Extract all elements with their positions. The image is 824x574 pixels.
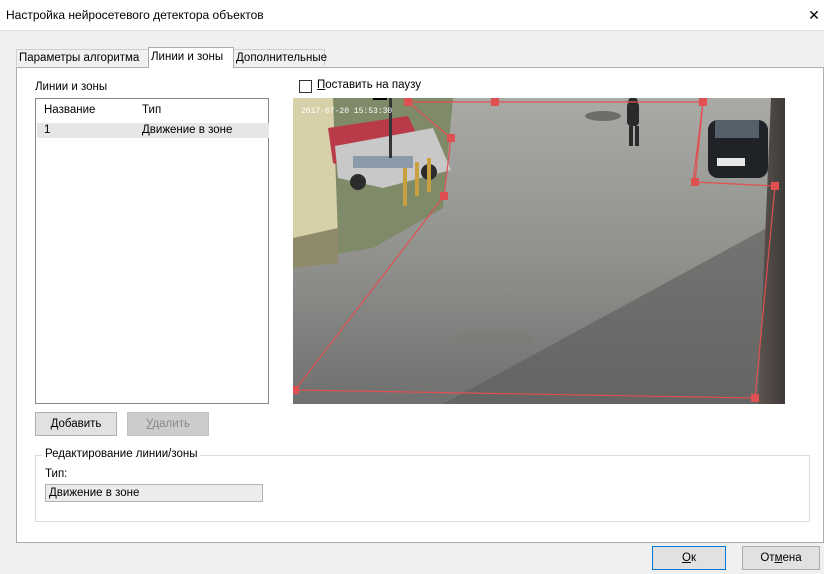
- zone-name-cell: 1: [44, 124, 51, 136]
- dialog-window: Настройка нейросетевого детектора объект…: [0, 0, 824, 574]
- zones-list[interactable]: Название Тип 1 Движение в зоне: [35, 98, 269, 404]
- ok-button[interactable]: Ок: [652, 546, 726, 570]
- camera-preview[interactable]: 2017-07-20 15:53:30: [293, 98, 785, 404]
- window-title: Настройка нейросетевого детектора объект…: [6, 8, 264, 22]
- camera-frame-image: 2017-07-20 15:53:30: [293, 98, 785, 404]
- tab-additional[interactable]: Дополнительные: [233, 49, 327, 66]
- edit-zone-group-title: Редактирование линии/зоны: [42, 448, 201, 460]
- zone-type-field[interactable]: Движение в зоне: [45, 484, 263, 502]
- zone-type-cell: Движение в зоне: [142, 124, 233, 136]
- delete-zone-button[interactable]: Удалить: [127, 412, 209, 436]
- close-icon[interactable]: ✕: [804, 0, 824, 30]
- cancel-button[interactable]: Отмена: [742, 546, 820, 570]
- type-label: Тип:: [45, 468, 68, 480]
- zones-list-header: Название Тип: [36, 99, 268, 121]
- list-item[interactable]: 1 Движение в зоне: [37, 123, 269, 138]
- tab-lines-zones[interactable]: Линии и зоны: [148, 47, 234, 68]
- column-header-name[interactable]: Название: [44, 104, 95, 116]
- column-header-type[interactable]: Тип: [142, 104, 161, 116]
- tab-algorithm-params[interactable]: Параметры алгоритма: [16, 49, 149, 66]
- title-bar[interactable]: Настройка нейросетевого детектора объект…: [0, 0, 824, 31]
- pause-checkbox[interactable]: [299, 80, 312, 93]
- pause-checkbox-label[interactable]: Поставить на паузу: [317, 79, 421, 91]
- zones-group-label: Линии и зоны: [35, 81, 108, 93]
- add-zone-button[interactable]: Добавить: [35, 412, 117, 436]
- video-timestamp: 2017-07-20 15:53:30: [301, 107, 392, 116]
